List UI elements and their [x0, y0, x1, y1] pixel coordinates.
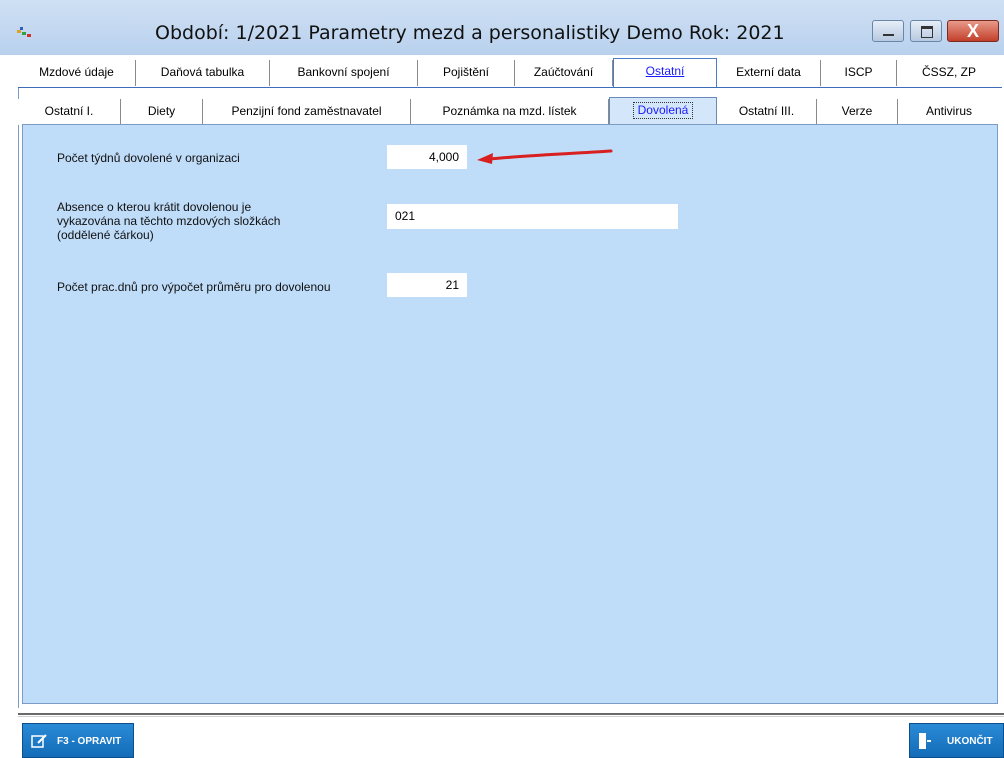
- exit-door-icon: [919, 733, 931, 749]
- tab-mzdove-udaje[interactable]: Mzdové údaje: [18, 60, 136, 86]
- subtab-dovolena[interactable]: Dovolená: [609, 97, 717, 125]
- maximize-button[interactable]: [910, 20, 942, 42]
- red-arrow-annotation: [477, 149, 613, 164]
- weeks-input[interactable]: 4,000: [387, 145, 467, 169]
- weeks-label: Počet týdnů dovolené v organizaci: [57, 151, 240, 165]
- days-input[interactable]: 21: [387, 273, 467, 297]
- window-title: Období: 1/2021 Parametry mezd a personal…: [155, 22, 785, 44]
- absence-label-line1: Absence o kterou krátit dovolenou je: [57, 200, 252, 214]
- edit-button-label: F3 - OPRAVIT: [57, 736, 122, 747]
- subtab-penzijni-fond[interactable]: Penzijní fond zaměstnavatel: [203, 99, 411, 125]
- bottom-separator-light: [18, 716, 1004, 717]
- subtab-verze[interactable]: Verze: [817, 99, 898, 125]
- app-icon: [17, 27, 31, 37]
- settings-panel: Počet týdnů dovolené v organizaci 4,000 …: [22, 124, 998, 704]
- tab-bankovni-spojeni[interactable]: Bankovní spojení: [270, 60, 418, 86]
- close-button[interactable]: X: [947, 20, 999, 42]
- subtab-ostatni-3[interactable]: Ostatní III.: [717, 99, 817, 125]
- tab-zauctovani[interactable]: Zaúčtování: [515, 60, 613, 86]
- exit-button-label: UKONČIT: [947, 736, 993, 747]
- subtab-diety[interactable]: Diety: [121, 99, 203, 125]
- tab-divider: [18, 87, 1002, 88]
- tab-cssz-zp[interactable]: ČSSZ, ZP: [897, 60, 1001, 86]
- absence-label-line2: vykazována na těchto mzdových složkách: [57, 214, 281, 228]
- tab-ostatni[interactable]: Ostatní: [613, 58, 717, 87]
- minimize-button[interactable]: [872, 20, 904, 42]
- absence-input[interactable]: 021: [387, 204, 678, 229]
- exit-button[interactable]: UKONČIT: [909, 723, 1004, 758]
- edit-button[interactable]: F3 - OPRAVIT: [22, 723, 134, 758]
- frame-border: [18, 88, 19, 708]
- bottom-separator: [18, 713, 1004, 715]
- tab-iscp[interactable]: ISCP: [821, 60, 897, 86]
- subtab-dovolena-label: Dovolená: [632, 102, 694, 119]
- title-bar: Období: 1/2021 Parametry mezd a personal…: [0, 0, 1004, 55]
- tab-pojisteni[interactable]: Pojištění: [418, 60, 515, 86]
- subtab-ostatni-1[interactable]: Ostatní I.: [18, 99, 121, 125]
- absence-label-line3: (oddělené čárkou): [57, 228, 154, 242]
- subtab-poznamka[interactable]: Poznámka na mzd. lístek: [411, 99, 609, 125]
- close-icon: X: [967, 21, 980, 41]
- subtab-antivirus[interactable]: Antivirus: [898, 99, 1000, 125]
- tab-externi-data[interactable]: Externí data: [717, 60, 821, 86]
- days-label: Počet prac.dnů pro výpočet průměru pro d…: [57, 280, 331, 294]
- tab-danova-tabulka[interactable]: Daňová tabulka: [136, 60, 270, 86]
- edit-icon: [31, 734, 47, 748]
